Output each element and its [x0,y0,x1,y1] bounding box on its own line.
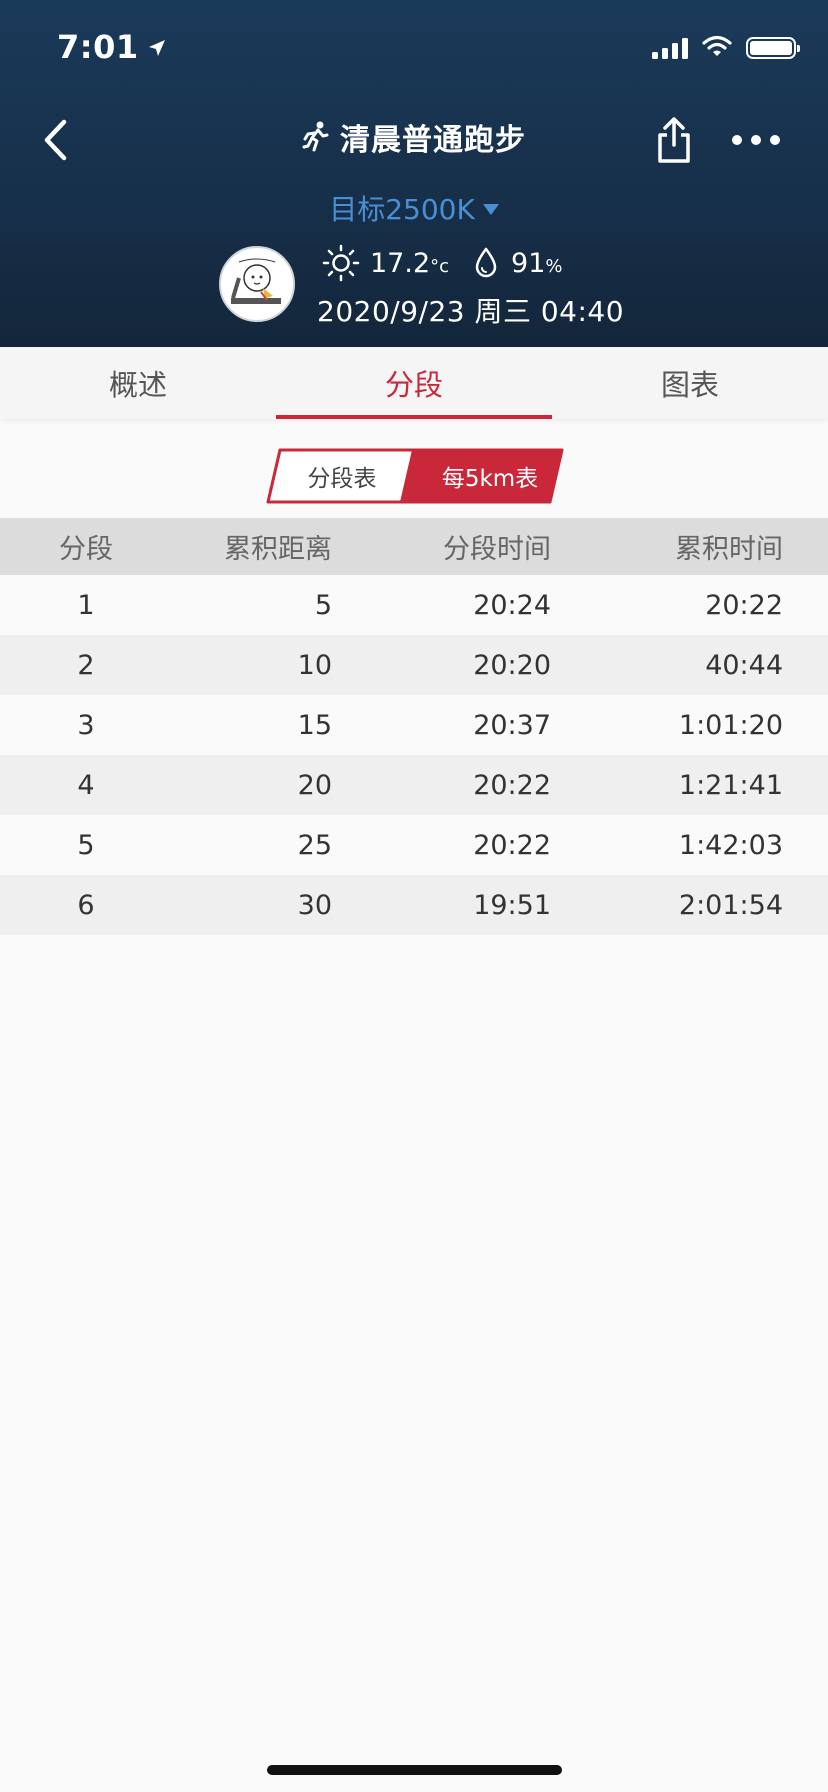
time-text: 7:01 [57,28,139,66]
split-time: 20:22 [473,769,551,801]
per-5km-table-option[interactable]: 每5km表 [416,448,564,504]
tab-splits[interactable]: 分段 [276,347,552,419]
cumulative-time: 20:22 [705,589,783,621]
column-header-cumulative-distance: 累积距离 [224,534,332,565]
tab-bar: 概述 分段 图表 [0,347,828,419]
activity-datetime: 2020/9/23 周三 04:40 [317,295,625,328]
split-time: 19:51 [473,889,551,921]
cumulative-distance: 25 [297,829,332,861]
share-icon [658,117,690,163]
cellular-signal-icon [652,37,688,59]
split-time: 20:37 [473,709,551,741]
location-arrow-icon [147,28,167,66]
goal-label: 目标2500K [329,193,475,226]
cumulative-distance: 5 [314,589,332,621]
split-number: 4 [77,769,95,801]
cumulative-time: 1:01:20 [678,709,783,741]
splits-table-body: 1 5 20:24 20:22 2 10 20:20 40:44 3 15 20… [0,575,828,935]
cumulative-time: 2:01:54 [678,889,783,921]
split-time: 20:20 [473,649,551,681]
split-type-toggle: 分段表 每5km表 [266,448,564,504]
split-number: 1 [77,589,95,621]
weather-row: 17.2°c 91% [322,244,563,282]
more-button[interactable] [726,122,786,158]
page-title: 清晨普通跑步 [340,123,526,158]
goal-selector[interactable]: 目标2500K [0,188,828,228]
share-button[interactable] [652,112,696,168]
cumulative-distance: 20 [297,769,332,801]
cumulative-time: 1:21:41 [678,769,783,801]
title-row: 清晨普通跑步 [0,115,828,159]
split-number: 3 [77,709,95,741]
split-number: 2 [77,649,95,681]
battery-icon [746,37,800,59]
split-number: 5 [77,829,95,861]
header: 7:01 清晨普通跑步 目标2500K 17.2°c 91% 2020/9/23… [0,0,828,347]
table-row: 3 15 20:37 1:01:20 [0,695,828,755]
home-indicator[interactable] [267,1765,562,1775]
table-row: 6 30 19:51 2:01:54 [0,875,828,935]
cumulative-distance: 30 [297,889,332,921]
table-row: 5 25 20:22 1:42:03 [0,815,828,875]
table-row: 1 5 20:24 20:22 [0,575,828,635]
column-header-cumulative-time: 累积时间 [675,534,783,565]
cumulative-distance: 10 [297,649,332,681]
split-time: 20:22 [473,829,551,861]
status-icons [652,35,800,61]
humidity-value: 91% [511,247,563,279]
sun-icon [322,244,360,282]
more-dots-icon [732,135,780,145]
temperature-value: 17.2°c [370,247,450,279]
caret-down-icon [482,204,499,215]
table-row: 2 10 20:20 40:44 [0,635,828,695]
split-time: 20:24 [473,589,551,621]
tab-charts[interactable]: 图表 [552,347,828,419]
cumulative-time: 40:44 [705,649,783,681]
table-row: 4 20 20:22 1:21:41 [0,755,828,815]
table-header: 分段 累积距离 分段时间 累积时间 [0,518,828,575]
humidity-drop-icon [475,247,497,278]
split-number: 6 [77,889,95,921]
wifi-icon [702,35,732,61]
tab-overview[interactable]: 概述 [0,347,276,419]
cumulative-time: 1:42:03 [678,829,783,861]
cumulative-distance: 15 [297,709,332,741]
avatar[interactable] [219,246,295,322]
running-icon [302,121,329,152]
column-header-split-time: 分段时间 [443,534,551,565]
status-bar-time: 7:01 [57,28,167,66]
column-header-split: 分段 [59,534,113,565]
split-table-option[interactable]: 分段表 [266,448,418,504]
